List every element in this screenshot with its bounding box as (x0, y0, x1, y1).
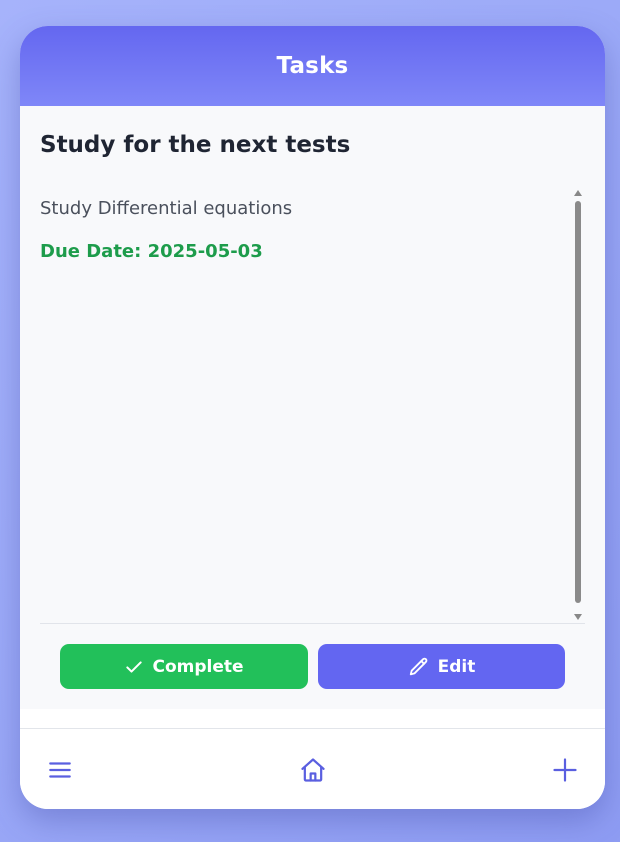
scroll-down-arrow[interactable] (574, 614, 582, 620)
scroll-up-arrow[interactable] (574, 190, 582, 196)
check-icon (124, 657, 144, 677)
complete-button-label: Complete (152, 656, 244, 677)
task-description-area[interactable]: Study Differential equations Due Date: 2… (40, 186, 585, 624)
task-title: Study for the next tests (40, 132, 351, 158)
edit-button-label: Edit (437, 656, 476, 677)
home-icon[interactable] (298, 755, 328, 785)
plus-icon[interactable] (550, 755, 580, 785)
scrollbar-thumb[interactable] (575, 201, 581, 603)
page-title: Tasks (276, 53, 349, 79)
edit-button[interactable]: Edit (318, 644, 565, 689)
task-description: Study Differential equations (40, 198, 293, 219)
bottom-nav (20, 728, 605, 809)
complete-button[interactable]: Complete (60, 644, 308, 689)
menu-icon[interactable] (45, 755, 75, 785)
due-date: Due Date: 2025-05-03 (40, 241, 263, 262)
pencil-icon (408, 656, 430, 678)
app-header: Tasks (20, 26, 605, 106)
task-card: Tasks Study for the next tests Study Dif… (20, 26, 605, 809)
task-detail: Study for the next tests Study Different… (20, 106, 605, 709)
